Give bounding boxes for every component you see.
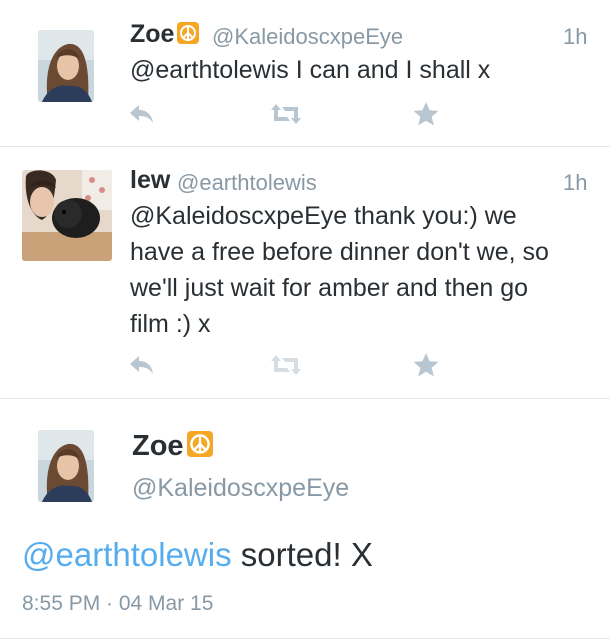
reply-icon	[130, 356, 153, 374]
reply-icon	[130, 105, 153, 123]
author-handle[interactable]: @earthtolewis	[177, 170, 317, 196]
author-handle[interactable]: @KaleidoscxpeEye	[212, 24, 403, 50]
author-name[interactable]: lew	[130, 166, 170, 195]
retweet-icon	[271, 104, 301, 124]
retweet-icon	[271, 355, 301, 375]
reply-button[interactable]	[128, 101, 160, 131]
tweet-2[interactable]: lew @earthtolewis 1h @KaleidoscxpeEye th…	[0, 147, 610, 397]
favorite-button[interactable]	[412, 101, 444, 131]
tweet-text: @KaleidoscxpeEye thank you:) we have a f…	[130, 198, 600, 342]
tweet-time[interactable]: 1h	[563, 24, 587, 50]
avatar[interactable]	[22, 170, 112, 261]
peace-symbol-emoji-icon	[186, 431, 213, 457]
star-icon	[413, 102, 439, 126]
tweet-body: sorted! X	[231, 536, 373, 573]
tweet-actions	[128, 101, 448, 131]
tweet-text-line: @KaleidoscxpeEye thank you:) we	[130, 202, 517, 230]
tweet-text-line: have a free before dinner don't we, so	[130, 238, 549, 266]
tweet-actions	[128, 352, 448, 382]
divider	[0, 638, 610, 639]
author-name[interactable]: Zoe	[132, 430, 213, 463]
star-icon	[413, 353, 439, 377]
favorite-button[interactable]	[412, 352, 444, 382]
tweet-text: @earthtolewis I can and I shall x	[130, 56, 491, 84]
tweet-time[interactable]: 1h	[563, 170, 587, 196]
author-name[interactable]: Zoe	[130, 20, 200, 49]
avatar[interactable]	[38, 30, 94, 102]
tweet-1[interactable]: Zoe @KaleidoscxpeEye 1h @earthtolewis I …	[0, 0, 610, 146]
tweet-text-line: we'll just wait for amber and then go	[130, 274, 529, 302]
mention-link[interactable]: @earthtolewis	[22, 536, 232, 573]
avatar[interactable]	[38, 430, 94, 502]
retweet-button[interactable]	[270, 101, 302, 131]
reply-button[interactable]	[128, 352, 160, 382]
tweet-text-line: film :) x	[130, 310, 211, 338]
tweet-text: @earthtolewis sorted! X	[22, 536, 373, 574]
author-handle[interactable]: @KaleidoscxpeEye	[132, 474, 349, 503]
peace-symbol-emoji-icon	[177, 22, 200, 44]
retweet-button[interactable]	[270, 352, 302, 382]
tweet-timestamp: 8:55 PM · 04 Mar 15	[22, 592, 214, 615]
